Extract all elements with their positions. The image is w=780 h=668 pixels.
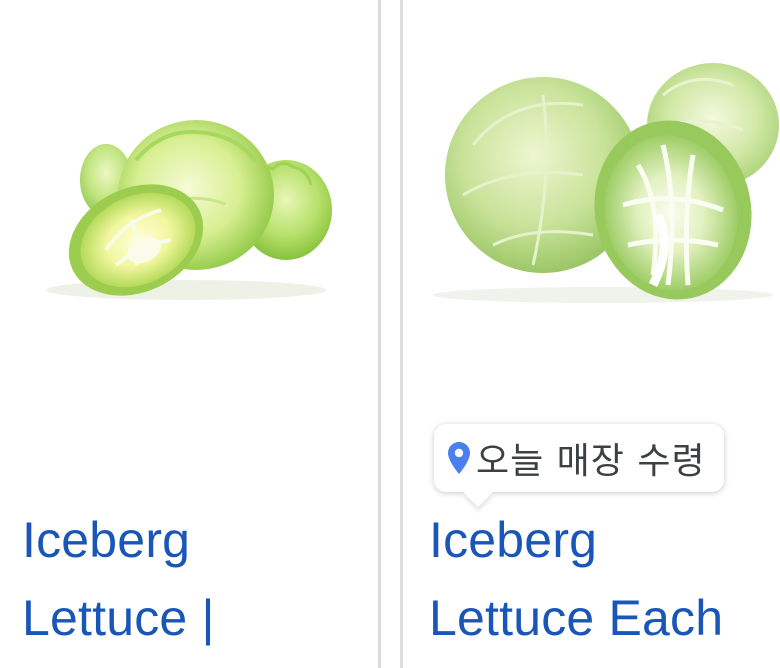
- product-title-line-2[interactable]: Lettuce |: [22, 580, 215, 656]
- column-divider-left: [378, 0, 381, 668]
- product-image[interactable]: [36, 100, 336, 310]
- shopping-results-row: Iceberg Lettuce | 오늘 매장 수령 Iceberg Lettu…: [0, 0, 780, 668]
- store-pickup-text: 오늘 매장 수령: [476, 441, 706, 482]
- product-card-2[interactable]: 오늘 매장 수령 Iceberg Lettuce Each: [403, 0, 780, 668]
- product-title-line-1[interactable]: Iceberg: [22, 502, 190, 578]
- store-pickup-badge: 오늘 매장 수령: [434, 424, 724, 492]
- location-pin-icon: [448, 442, 470, 474]
- product-title-line-2[interactable]: Lettuce Each: [429, 580, 723, 656]
- product-card-1[interactable]: Iceberg Lettuce |: [0, 0, 380, 668]
- product-image[interactable]: [433, 45, 780, 305]
- product-title-line-1[interactable]: Iceberg: [429, 502, 597, 578]
